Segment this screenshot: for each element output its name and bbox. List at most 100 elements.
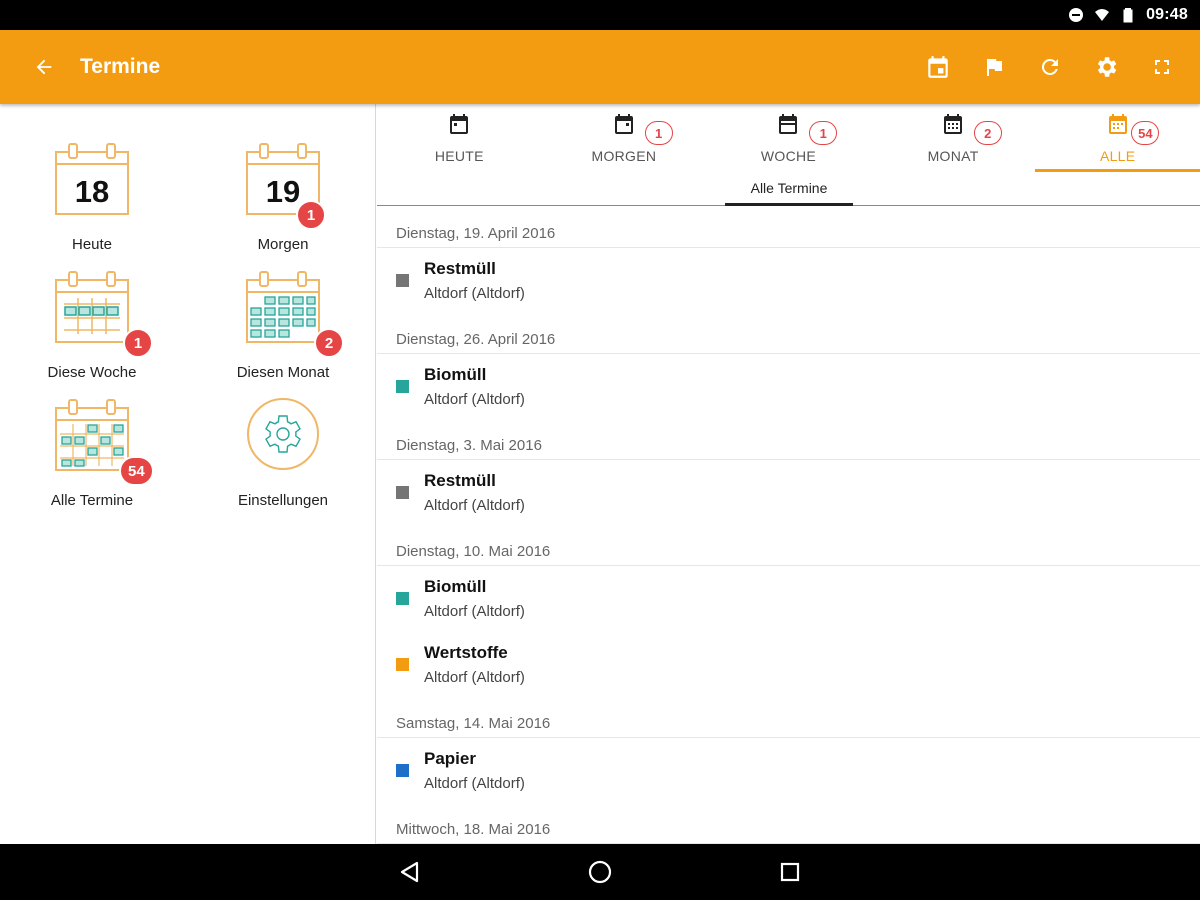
waste-type: Biomüll xyxy=(424,365,487,384)
waste-color-marker xyxy=(396,658,409,671)
triangle-back-icon xyxy=(400,861,419,883)
termine-list[interactable]: Dienstag, 19. April 2016 Restmüll Altdor… xyxy=(377,208,1200,844)
status-bar: 09:48 xyxy=(0,0,1200,30)
square-recents-icon xyxy=(780,862,800,882)
tab-count-badge: 2 xyxy=(973,121,1002,145)
tile-einstellungen[interactable]: Einstellungen xyxy=(208,370,358,509)
count-badge: 2 xyxy=(314,328,344,358)
date-group: Mittwoch, 18. Mai 2016 xyxy=(377,804,1200,844)
calendar-event-button[interactable] xyxy=(918,47,958,87)
count-badge: 54 xyxy=(119,456,154,486)
tab-count-badge: 1 xyxy=(644,121,673,145)
date-group: Dienstag, 19. April 2016 Restmüll Altdor… xyxy=(377,208,1200,314)
battery-icon xyxy=(1120,7,1136,23)
list-item[interactable]: Papier Altdorf (Altdorf) xyxy=(377,738,1200,804)
arrow-back-icon xyxy=(36,59,52,75)
calendar-day-icon: 18 xyxy=(54,140,130,226)
fullscreen-icon xyxy=(1155,60,1169,74)
wifi-icon xyxy=(1094,7,1110,23)
tab-label: MORGEN xyxy=(591,148,657,164)
tile-label: Alle Termine xyxy=(50,492,134,509)
tile-diese-woche[interactable]: 1 Diese Woche xyxy=(17,242,167,381)
tab-morgen[interactable]: 1 MORGEN xyxy=(542,104,707,172)
tile-diesen-monat[interactable]: 2 Diesen Monat xyxy=(208,242,358,381)
back-button[interactable] xyxy=(24,47,64,87)
termine-panel: HEUTE 1 MORGEN 1 WOCHE 2 MONAT 54 ALLE A… xyxy=(377,104,1200,844)
list-item[interactable]: Restmüll Altdorf (Altdorf) xyxy=(377,460,1200,526)
flag-button[interactable] xyxy=(974,47,1014,87)
filter-tabs: HEUTE 1 MORGEN 1 WOCHE 2 MONAT 54 ALLE xyxy=(377,104,1200,172)
refresh-button[interactable] xyxy=(1030,47,1070,87)
list-item[interactable]: Biomüll Altdorf (Altdorf) xyxy=(377,566,1200,632)
calendar-day-number: 18 xyxy=(74,174,110,209)
waste-color-marker xyxy=(396,764,409,777)
waste-location: Altdorf (Altdorf) xyxy=(424,669,525,686)
tab-label: HEUTE xyxy=(434,148,484,164)
waste-color-marker xyxy=(396,486,409,499)
nav-back-button[interactable] xyxy=(390,852,430,892)
toolbar-actions xyxy=(918,47,1182,87)
count-badge: 1 xyxy=(296,200,326,230)
tab-count-badge: 54 xyxy=(1131,121,1160,145)
waste-color-marker xyxy=(396,592,409,605)
waste-type: Biomüll xyxy=(424,577,487,596)
calendar-month-icon xyxy=(245,268,321,354)
waste-color-marker xyxy=(396,380,409,393)
tile-label: Einstellungen xyxy=(237,492,329,509)
calendar-today-icon xyxy=(450,114,469,134)
tile-alle-termine[interactable]: 54 Alle Termine xyxy=(17,370,167,509)
waste-color-marker xyxy=(396,274,409,287)
tab-label: ALLE xyxy=(1099,148,1136,164)
app-bar: Termine xyxy=(0,30,1200,104)
calendar-week-icon xyxy=(54,268,130,354)
date-group: Dienstag, 3. Mai 2016 Restmüll Altdorf (… xyxy=(377,420,1200,526)
calendar-all-icon xyxy=(1108,114,1127,134)
list-item[interactable]: Biomüll Altdorf (Altdorf) xyxy=(377,354,1200,420)
tile-morgen[interactable]: 19 1 Morgen xyxy=(208,114,358,253)
gear-icon xyxy=(245,396,321,482)
circle-home-icon xyxy=(588,860,612,884)
waste-location: Altdorf (Altdorf) xyxy=(424,285,525,302)
tab-label: WOCHE xyxy=(760,148,817,164)
date-header: Samstag, 14. Mai 2016 xyxy=(377,698,1200,738)
tile-heute[interactable]: 18 Heute xyxy=(17,114,167,253)
fullscreen-button[interactable] xyxy=(1142,47,1182,87)
tab-label: MONAT xyxy=(927,148,979,164)
list-item[interactable]: Restmüll Altdorf (Altdorf) xyxy=(377,248,1200,314)
subtab-alle-termine[interactable]: Alle Termine xyxy=(725,180,853,206)
settings-button[interactable] xyxy=(1086,47,1126,87)
nav-home-button[interactable] xyxy=(580,852,620,892)
refresh-icon xyxy=(1041,58,1058,75)
tab-alle[interactable]: 54 ALLE xyxy=(1035,104,1200,172)
waste-type: Wertstoffe xyxy=(424,643,508,662)
date-header: Dienstag, 26. April 2016 xyxy=(377,314,1200,354)
waste-location: Altdorf (Altdorf) xyxy=(424,775,525,792)
date-group: Dienstag, 10. Mai 2016 Biomüll Altdorf (… xyxy=(377,526,1200,698)
calendar-week-icon xyxy=(779,114,798,134)
date-header: Mittwoch, 18. Mai 2016 xyxy=(377,804,1200,844)
waste-type: Restmüll xyxy=(424,259,496,278)
settings-icon xyxy=(1097,57,1117,77)
calendar-tomorrow-icon xyxy=(614,114,633,134)
page-title: Termine xyxy=(80,55,161,78)
nav-recents-button[interactable] xyxy=(770,852,810,892)
waste-location: Altdorf (Altdorf) xyxy=(424,391,525,408)
waste-type: Papier xyxy=(424,749,476,768)
dashboard-panel: 18 Heute 19 1 Morgen 1 Diese Woche 2 Die… xyxy=(0,104,376,844)
date-header: Dienstag, 10. Mai 2016 xyxy=(377,526,1200,566)
list-item[interactable]: Wertstoffe Altdorf (Altdorf) xyxy=(377,632,1200,698)
calendar-event-icon xyxy=(928,56,948,78)
do-not-disturb-icon xyxy=(1068,7,1084,23)
tab-monat[interactable]: 2 MONAT xyxy=(871,104,1036,172)
tab-woche[interactable]: 1 WOCHE xyxy=(706,104,871,172)
waste-location: Altdorf (Altdorf) xyxy=(424,497,525,514)
count-badge: 1 xyxy=(123,328,153,358)
waste-location: Altdorf (Altdorf) xyxy=(424,603,525,620)
tab-heute[interactable]: HEUTE xyxy=(377,104,542,172)
flag-icon xyxy=(987,59,1002,76)
calendar-month-icon xyxy=(944,114,963,134)
system-nav-bar xyxy=(0,844,1200,900)
date-header: Dienstag, 3. Mai 2016 xyxy=(377,420,1200,460)
date-group: Dienstag, 26. April 2016 Biomüll Altdorf… xyxy=(377,314,1200,420)
status-time: 09:48 xyxy=(1146,6,1188,23)
